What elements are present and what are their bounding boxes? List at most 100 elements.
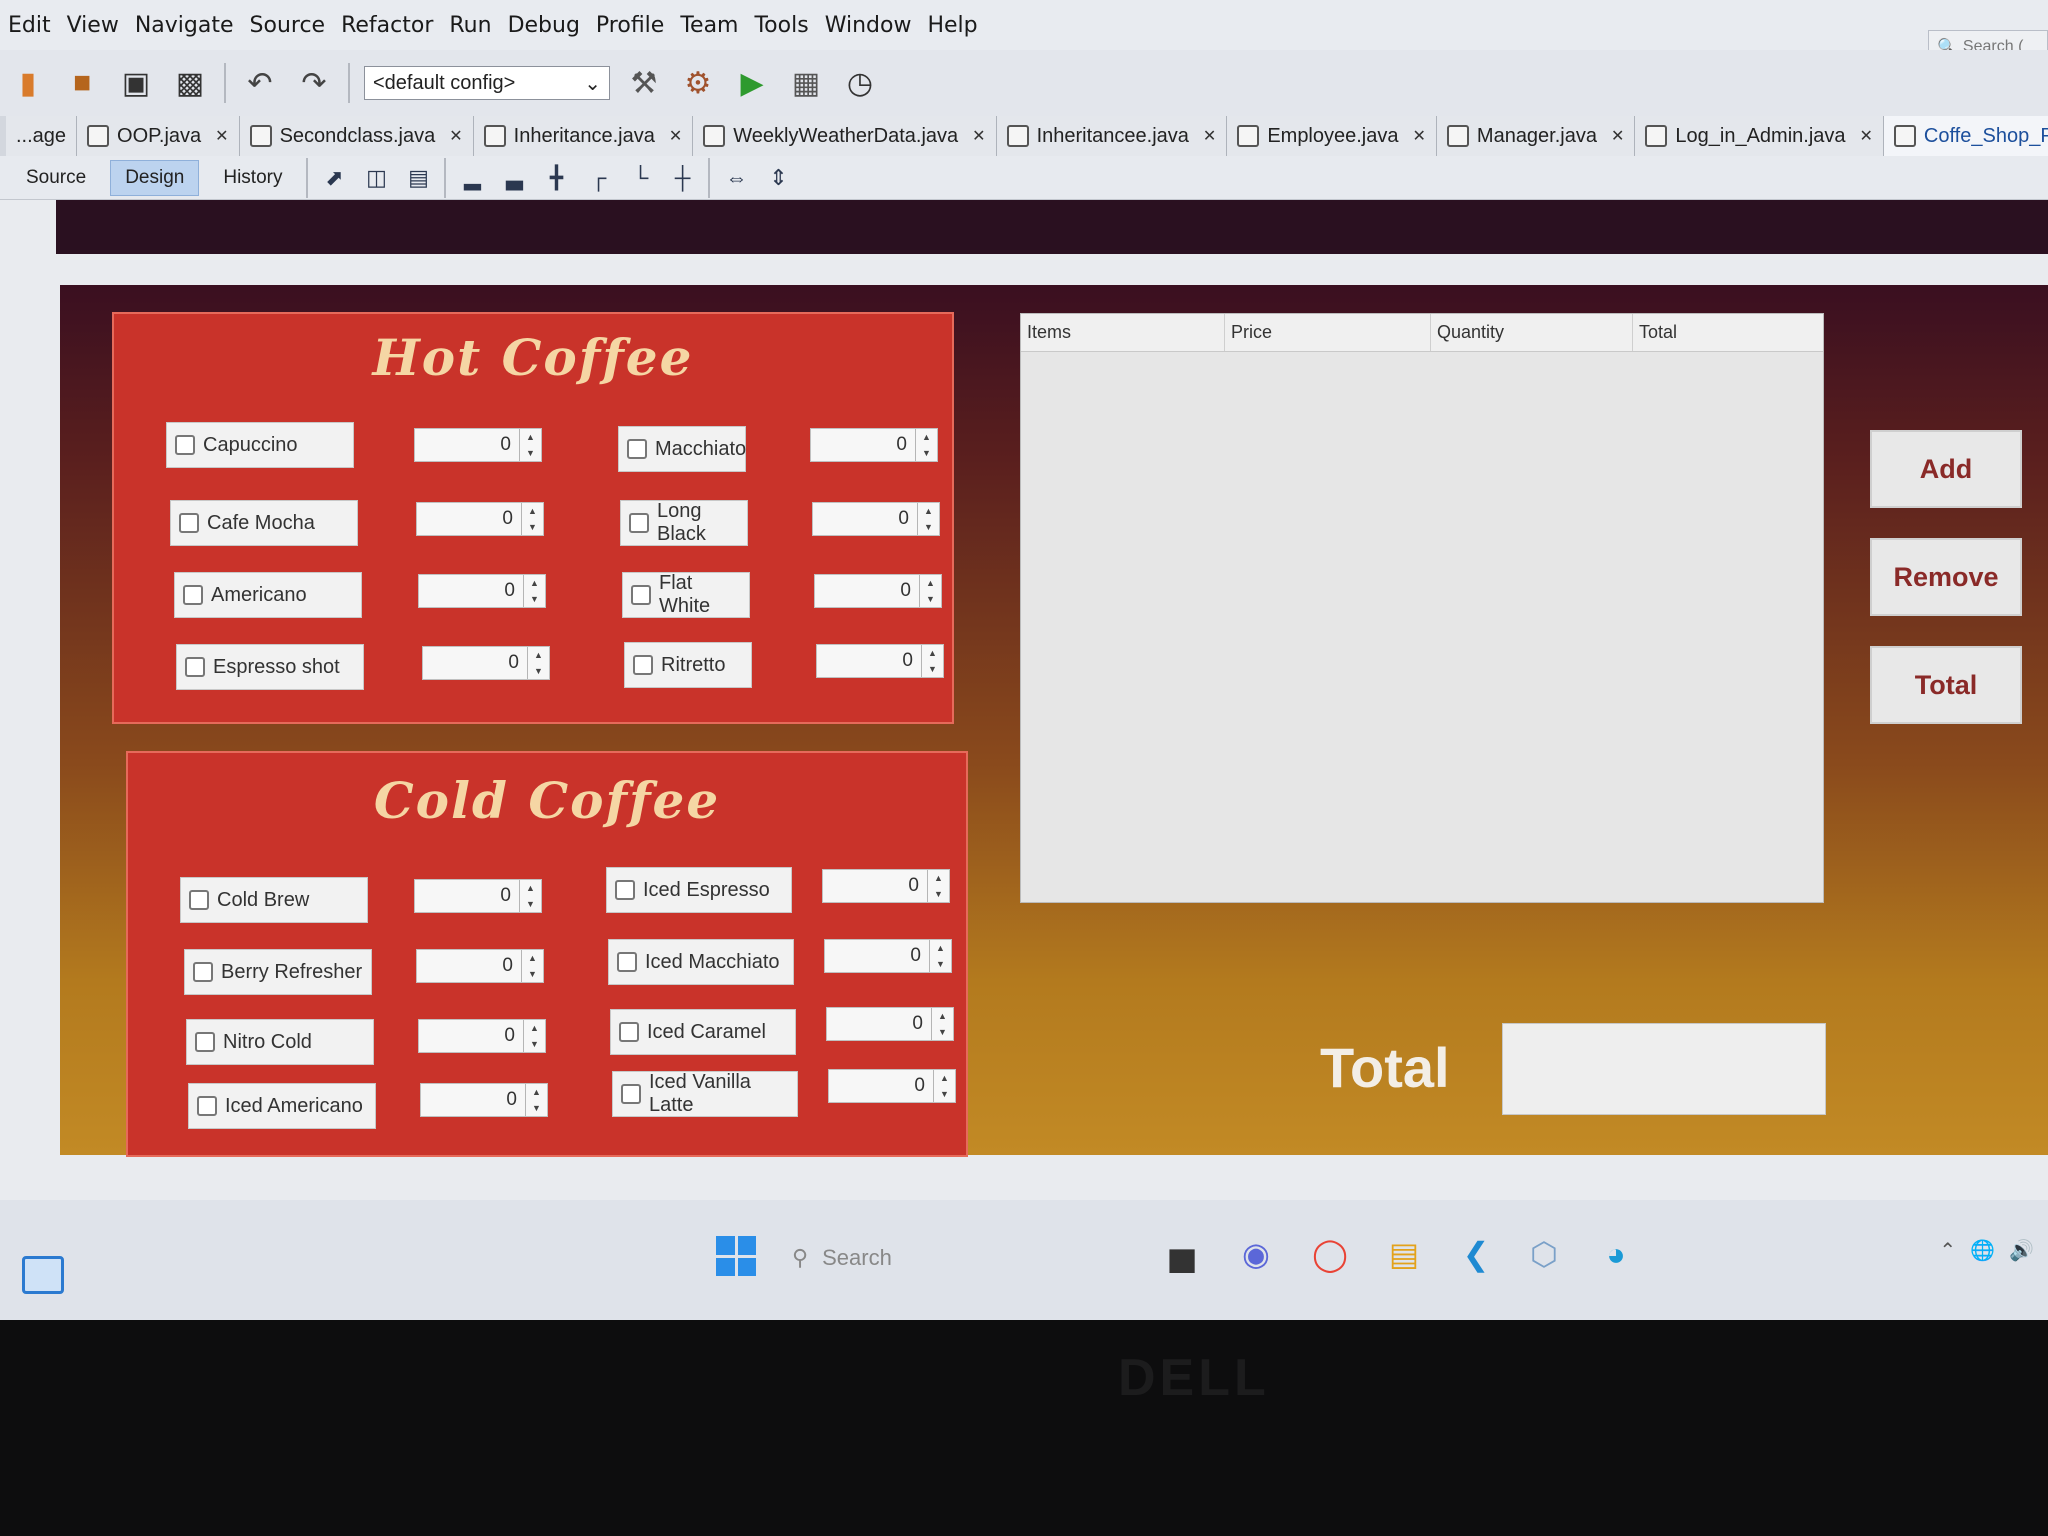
iced-americano-qty-spinner[interactable]: 0 ▲ ▼ [420, 1083, 548, 1117]
spinner-arrows[interactable]: ▲ ▼ [519, 880, 541, 912]
arrow-down-icon[interactable]: ▼ [524, 1036, 545, 1052]
tab-manager[interactable]: Manager.java ✕ [1436, 116, 1636, 156]
arrow-up-icon[interactable]: ▲ [520, 429, 541, 445]
spinner-arrows[interactable]: ▲ ▼ [519, 429, 541, 461]
berry-refresher-qty-spinner[interactable]: 0 ▲ ▼ [416, 949, 544, 983]
chrome-icon[interactable]: ◯ [1306, 1230, 1354, 1278]
berry-refresher-checkbox[interactable]: Berry Refresher [184, 949, 372, 995]
menu-team[interactable]: Team [680, 13, 738, 38]
resize-vertical-icon[interactable]: ⇕ [762, 163, 794, 193]
arrow-down-icon[interactable]: ▼ [522, 519, 543, 535]
preview-design-icon[interactable]: ▤ [402, 163, 434, 193]
americano-qty-spinner[interactable]: 0 ▲ ▼ [418, 574, 546, 608]
arrow-down-icon[interactable]: ▼ [922, 661, 943, 677]
espresso-shot-checkbox[interactable]: Espresso shot [176, 644, 364, 690]
spinner-arrows[interactable]: ▲ ▼ [917, 503, 939, 535]
arrow-down-icon[interactable]: ▼ [916, 445, 937, 461]
spinner-arrows[interactable]: ▲ ▼ [929, 940, 951, 972]
config-dropdown[interactable]: <default config> ⌄ [364, 66, 610, 100]
spinner-arrows[interactable]: ▲ ▼ [921, 645, 943, 677]
capuccino-qty-spinner[interactable]: 0 ▲ ▼ [414, 428, 542, 462]
espresso-shot-qty-spinner[interactable]: 0 ▲ ▼ [422, 646, 550, 680]
windows-start-icon[interactable] [716, 1236, 756, 1276]
chevron-up-icon[interactable]: ⌃ [1939, 1238, 1956, 1263]
ritretto-qty-spinner[interactable]: 0 ▲ ▼ [816, 644, 944, 678]
tab-design[interactable]: Design [110, 159, 200, 196]
arrow-down-icon[interactable]: ▼ [930, 956, 951, 972]
tab-age[interactable]: ...age [6, 116, 78, 156]
network-icon[interactable]: 🌐 [1970, 1238, 1995, 1263]
column-items[interactable]: Items [1021, 314, 1225, 351]
close-icon[interactable]: ✕ [215, 126, 228, 146]
spinner-arrows[interactable]: ▲ ▼ [521, 950, 543, 982]
connection-mode-icon[interactable]: ◫ [360, 163, 392, 193]
arrow-up-icon[interactable]: ▲ [522, 503, 543, 519]
tab-employee[interactable]: Employee.java ✕ [1227, 116, 1437, 156]
spinner-arrows[interactable]: ▲ ▼ [933, 1070, 955, 1102]
nitro-cold-qty-spinner[interactable]: 0 ▲ ▼ [418, 1019, 546, 1053]
arrow-up-icon[interactable]: ▲ [522, 950, 543, 966]
arrow-up-icon[interactable]: ▲ [524, 575, 545, 591]
run-icon[interactable]: ▶ [732, 63, 772, 103]
menu-tools[interactable]: Tools [754, 13, 808, 38]
clean-build-icon[interactable]: ⚙ [678, 63, 718, 103]
spinner-arrows[interactable]: ▲ ▼ [523, 1020, 545, 1052]
iced-macchiato-checkbox[interactable]: Iced Macchiato [608, 939, 794, 985]
iced-caramel-qty-spinner[interactable]: 0 ▲ ▼ [826, 1007, 954, 1041]
task-view-icon[interactable]: ▅ [1158, 1230, 1206, 1278]
menu-help[interactable]: Help [927, 13, 977, 38]
menu-navigate[interactable]: Navigate [135, 13, 234, 38]
spinner-arrows[interactable]: ▲ ▼ [927, 870, 949, 902]
tab-inheritancee[interactable]: Inheritancee.java ✕ [996, 116, 1228, 156]
menu-view[interactable]: View [67, 13, 119, 38]
arrow-down-icon[interactable]: ▼ [520, 445, 541, 461]
close-icon[interactable]: ✕ [972, 126, 985, 146]
center-horizontal-icon[interactable]: ╋ [540, 163, 572, 193]
tab-history[interactable]: History [209, 161, 296, 195]
arrow-up-icon[interactable]: ▲ [520, 880, 541, 896]
redo-icon[interactable]: ↷ [294, 63, 334, 103]
resize-horizontal-icon[interactable]: ⇔ [720, 163, 752, 193]
long-black-checkbox[interactable]: Long Black [620, 500, 748, 546]
spinner-arrows[interactable]: ▲ ▼ [919, 575, 941, 607]
vscode-icon[interactable]: ❮ [1452, 1230, 1500, 1278]
cafe-mocha-checkbox[interactable]: Cafe Mocha [170, 500, 358, 546]
arrow-down-icon[interactable]: ▼ [528, 663, 549, 679]
add-button[interactable]: Add [1870, 430, 2022, 508]
iced-espresso-qty-spinner[interactable]: 0 ▲ ▼ [822, 869, 950, 903]
undo-icon[interactable]: ↶ [240, 63, 280, 103]
tab-secondclass[interactable]: Secondclass.java ✕ [239, 116, 474, 156]
column-total[interactable]: Total [1633, 314, 1823, 351]
menu-edit[interactable]: Edit [8, 13, 51, 38]
netbeans-icon[interactable]: ⬡ [1520, 1230, 1568, 1278]
tab-inheritance[interactable]: Inheritance.java ✕ [473, 116, 694, 156]
iced-americano-checkbox[interactable]: Iced Americano [188, 1083, 376, 1129]
close-icon[interactable]: ✕ [1413, 126, 1426, 146]
order-table[interactable]: Items Price Quantity Total [1020, 313, 1824, 903]
americano-checkbox[interactable]: Americano [174, 572, 362, 618]
arrow-down-icon[interactable]: ▼ [526, 1100, 547, 1116]
menu-window[interactable]: Window [825, 13, 912, 38]
column-price[interactable]: Price [1225, 314, 1431, 351]
arrow-up-icon[interactable]: ▲ [528, 647, 549, 663]
cold-brew-checkbox[interactable]: Cold Brew [180, 877, 368, 923]
debug-icon[interactable]: ▦ [786, 63, 826, 103]
tab-source[interactable]: Source [12, 161, 100, 195]
arrow-up-icon[interactable]: ▲ [930, 940, 951, 956]
iced-vanilla-latte-qty-spinner[interactable]: 0 ▲ ▼ [828, 1069, 956, 1103]
arrow-down-icon[interactable]: ▼ [520, 896, 541, 912]
close-icon[interactable]: ✕ [1860, 126, 1873, 146]
macchiato-qty-spinner[interactable]: 0 ▲ ▼ [810, 428, 938, 462]
spinner-arrows[interactable]: ▲ ▼ [521, 503, 543, 535]
iced-macchiato-qty-spinner[interactable]: 0 ▲ ▼ [824, 939, 952, 973]
arrow-up-icon[interactable]: ▲ [524, 1020, 545, 1036]
new-file-icon[interactable]: ▮ [8, 63, 48, 103]
arrow-up-icon[interactable]: ▲ [932, 1008, 953, 1024]
arrow-up-icon[interactable]: ▲ [928, 870, 949, 886]
profile-icon[interactable]: ◷ [840, 63, 880, 103]
volume-icon[interactable]: 🔊 [2009, 1238, 2034, 1263]
macchiato-checkbox[interactable]: Macchiato [618, 426, 746, 472]
widgets-icon[interactable] [22, 1256, 64, 1294]
close-icon[interactable]: ✕ [449, 126, 462, 146]
selection-mode-icon[interactable]: ⬈ [318, 163, 350, 193]
